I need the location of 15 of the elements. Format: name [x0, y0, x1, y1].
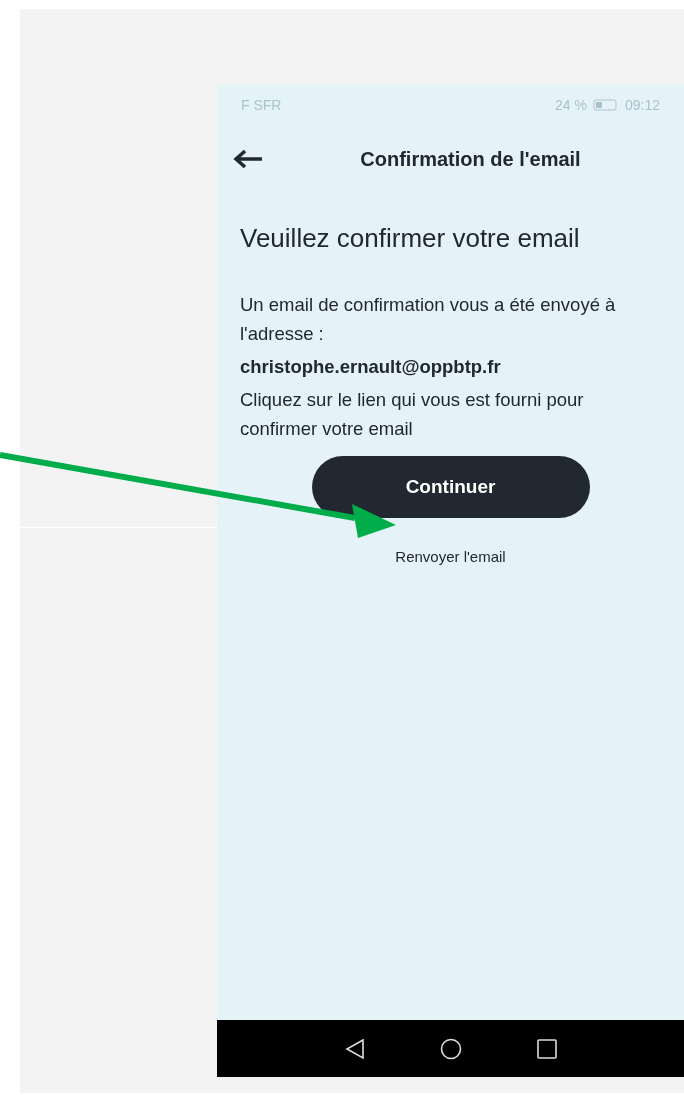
resend-link[interactable]: Renvoyer l'email: [395, 548, 506, 565]
back-arrow-icon[interactable]: [233, 149, 263, 169]
home-icon[interactable]: [439, 1037, 462, 1060]
time-text: 09:12: [624, 97, 660, 113]
carrier-text: F SFR: [241, 97, 282, 113]
battery-text: 24 %: [555, 97, 587, 113]
email-address: christophe.ernault@oppbtp.fr: [240, 356, 502, 378]
instruction-text: Cliquez sur le lien qui vous est fourni pour confirmer votre email: [240, 388, 585, 441]
back-icon[interactable]: [344, 1037, 365, 1060]
recents-icon[interactable]: [536, 1038, 557, 1059]
battery-icon: [592, 99, 619, 111]
message-text: Un email de confirmation vous a été envoyé à l'adresse :: [240, 293, 617, 346]
screen-title: Confirmation de l'email: [359, 147, 582, 171]
continue-button[interactable]: Continuer: [311, 456, 590, 518]
page-heading: Veuillez confirmer votre email: [240, 223, 581, 254]
